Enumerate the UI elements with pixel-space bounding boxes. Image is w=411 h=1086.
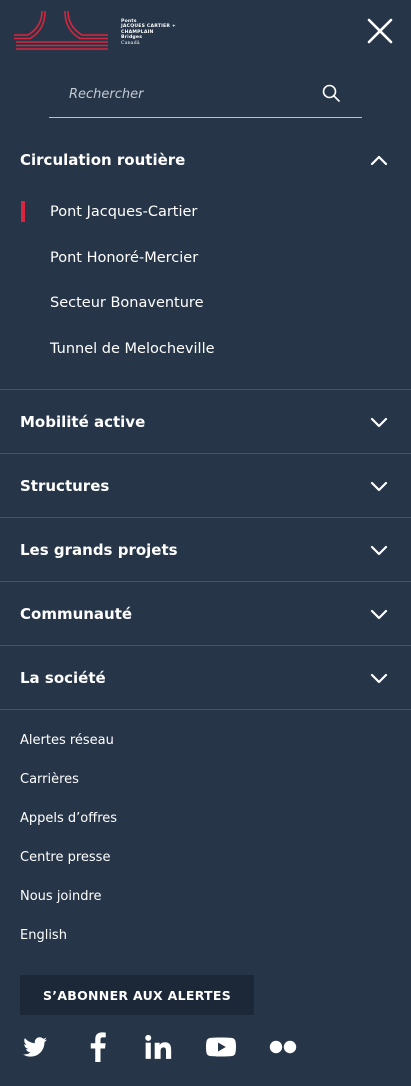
logo[interactable]: Ponts JACQUES CARTIER + CHAMPLAIN Bridge… <box>14 9 176 53</box>
menu-section-communaute[interactable]: Communauté <box>0 582 411 646</box>
submenu-item-label: Pont Honoré-Mercier <box>50 250 199 266</box>
chevron-down-icon <box>370 545 388 556</box>
menu-section-la-societe[interactable]: La société <box>0 646 411 710</box>
chevron-down-icon <box>370 481 388 492</box>
menu-section-structures[interactable]: Structures <box>0 454 411 518</box>
logo-mark <box>14 10 108 50</box>
submenu-item-label: Secteur Bonaventure <box>50 295 204 311</box>
facebook-link[interactable] <box>89 1032 107 1062</box>
section-title: Circulation routière <box>20 151 186 169</box>
submenu-item-label: Pont Jacques-Cartier <box>50 204 198 220</box>
menu-section-grands-projets[interactable]: Les grands projets <box>0 518 411 582</box>
logo-line4: Bridges <box>121 35 143 41</box>
search-icon <box>322 84 340 102</box>
logo-line2: JACQUES CARTIER + <box>121 24 176 30</box>
section-title: Structures <box>20 477 110 495</box>
close-icon <box>367 18 393 44</box>
footer-link-english[interactable]: English <box>20 925 67 947</box>
menu-section-mobilite-active[interactable]: Mobilité active <box>0 390 411 454</box>
chevron-down-icon <box>370 417 388 428</box>
section-title: Communauté <box>20 605 133 623</box>
footer-link-centre-presse[interactable]: Centre presse <box>20 847 110 869</box>
search-button[interactable] <box>321 83 341 103</box>
submenu-item-pont-honore-mercier[interactable]: Pont Honoré-Mercier <box>0 238 411 278</box>
divider <box>0 709 411 710</box>
chevron-down-icon <box>370 673 388 684</box>
youtube-icon <box>206 1037 236 1057</box>
section-title: La société <box>20 669 106 687</box>
submenu-item-secteur-bonaventure[interactable]: Secteur Bonaventure <box>0 283 411 323</box>
menu-section-circulation[interactable]: Circulation routière <box>0 128 411 192</box>
flickr-icon <box>269 1040 297 1054</box>
twitter-icon <box>23 1037 47 1057</box>
chevron-down-icon <box>370 609 388 620</box>
section-title: Les grands projets <box>20 541 178 559</box>
submenu-item-tunnel-melocheville[interactable]: Tunnel de Melocheville <box>0 329 411 369</box>
youtube-link[interactable] <box>206 1032 236 1062</box>
search-bar <box>49 72 362 118</box>
linkedin-icon <box>145 1034 172 1059</box>
footer-link-appels-offres[interactable]: Appels d’offres <box>20 808 117 830</box>
submenu-item-pont-jacques-cartier[interactable]: Pont Jacques-Cartier <box>0 192 411 232</box>
flickr-link[interactable] <box>268 1032 298 1062</box>
section-title: Mobilité active <box>20 413 146 431</box>
linkedin-link[interactable] <box>145 1032 173 1062</box>
footer-link-nous-joindre[interactable]: Nous joindre <box>20 886 102 908</box>
subscribe-alerts-button[interactable]: S’ABONNER AUX ALERTES <box>20 975 254 1015</box>
twitter-link[interactable] <box>22 1032 48 1062</box>
logo-text: Ponts JACQUES CARTIER + CHAMPLAIN Bridge… <box>121 19 176 46</box>
close-button[interactable] <box>365 16 395 46</box>
logo-canada: Canadä <box>121 40 140 46</box>
facebook-icon <box>90 1032 106 1062</box>
chevron-up-icon <box>370 155 388 166</box>
footer-link-alertes-reseau[interactable]: Alertes réseau <box>20 730 114 752</box>
search-input[interactable] <box>69 82 309 106</box>
footer-link-carrieres[interactable]: Carrières <box>20 769 79 791</box>
submenu-item-label: Tunnel de Melocheville <box>50 341 215 357</box>
header: Ponts JACQUES CARTIER + CHAMPLAIN Bridge… <box>0 0 411 60</box>
